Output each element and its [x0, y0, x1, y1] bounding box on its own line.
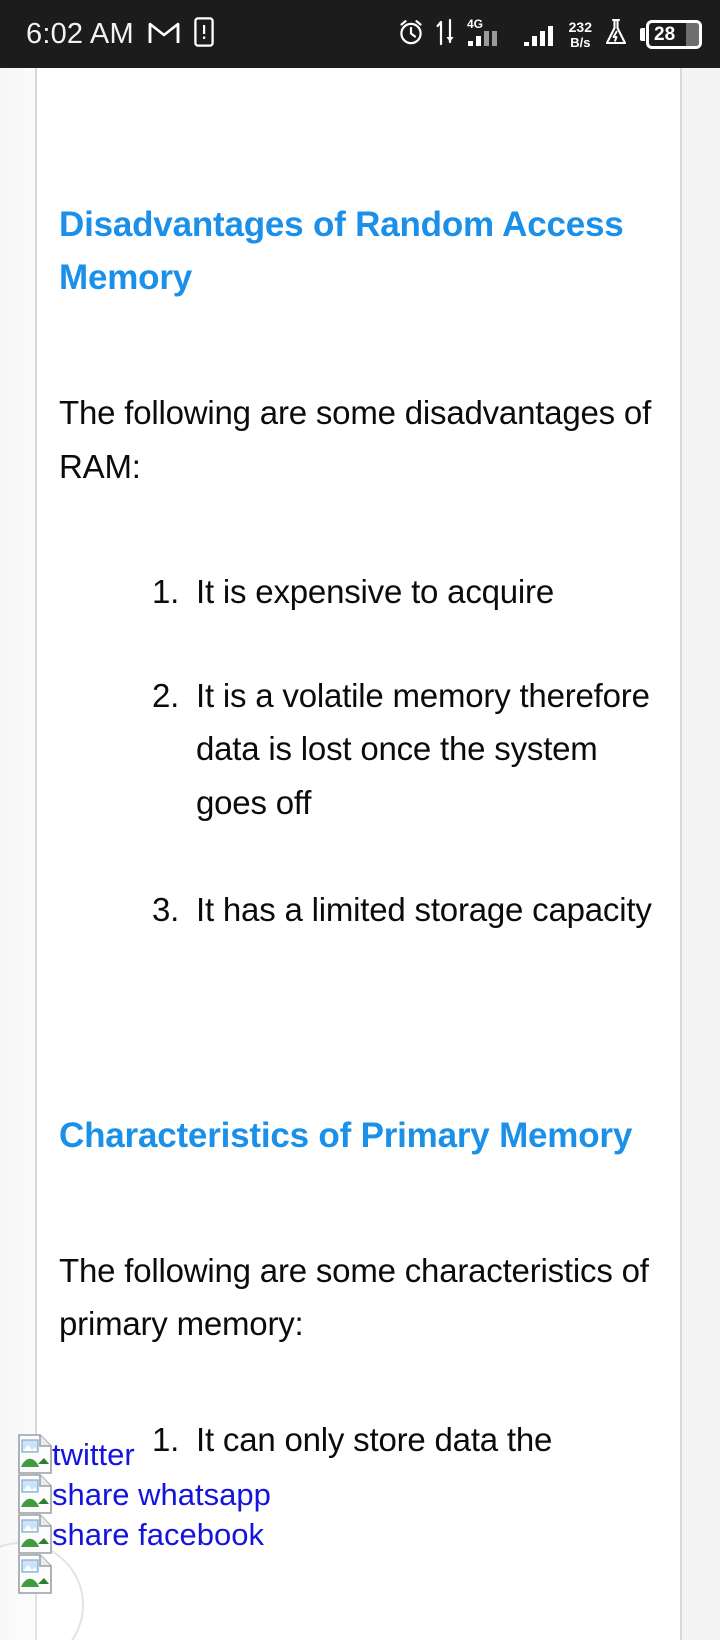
- battery-body: 28: [646, 19, 702, 49]
- broken-image-icon: [18, 1474, 52, 1514]
- broken-image-icon: [18, 1434, 52, 1474]
- article-page: Disadvantages of Random Access Memory Th…: [0, 68, 720, 1640]
- battery-cap: [640, 27, 645, 41]
- broken-image-icon: [18, 1514, 52, 1554]
- status-bar-left: 6:02 AM: [26, 16, 214, 52]
- list-item: 3. It has a limited storage capacity: [152, 883, 658, 936]
- page-gutter-right: [684, 68, 720, 1640]
- list-item: 1. It is expensive to acquire: [152, 565, 658, 618]
- status-bar-clock: 6:02 AM: [26, 17, 134, 50]
- battery-percent-label: 28: [654, 23, 676, 45]
- flask-battery-saver-icon: [603, 18, 629, 51]
- article-content: Disadvantages of Random Access Memory Th…: [37, 68, 680, 1466]
- phone-screen: 6:02 AM 4G 232 B/s 28 Disadvantages of R…: [0, 0, 720, 1640]
- signal-bars-4g-icon: 4G: [467, 17, 513, 52]
- share-link-label: twitter: [52, 1437, 135, 1472]
- share-link-facebook[interactable]: share facebook: [18, 1514, 318, 1554]
- list-disadvantages: 1. It is expensive to acquire 2. It is a…: [59, 565, 658, 936]
- signal-bars-icon: [523, 17, 558, 52]
- share-link-twitter[interactable]: twitter: [18, 1434, 318, 1474]
- gmail-icon: [148, 19, 180, 50]
- list-item: 2. It is a volatile memory therefore dat…: [152, 669, 658, 829]
- battery-level-fill: [686, 22, 699, 46]
- alarm-clock-icon: [397, 18, 425, 51]
- list-marker: 2.: [152, 676, 180, 714]
- svg-text:4G: 4G: [467, 17, 483, 31]
- phone-alert-icon: [194, 16, 214, 52]
- article-column: Disadvantages of Random Access Memory Th…: [35, 68, 682, 1640]
- share-links-overlay: twitter share whatsapp share facebook: [18, 1434, 318, 1594]
- heading-characteristics-of-primary-memory: Characteristics of Primary Memory: [59, 1115, 633, 1155]
- status-bar-right: 4G 232 B/s 28: [397, 17, 702, 52]
- list-item-text: It is expensive to acquire: [196, 573, 554, 611]
- data-rate-indicator: 232 B/s: [569, 20, 592, 49]
- list-item-text: It has a limited storage capacity: [196, 891, 652, 929]
- list-marker: 1.: [152, 573, 180, 611]
- share-link-label: share facebook: [52, 1517, 264, 1552]
- data-transfer-arrows-icon: [436, 18, 456, 51]
- battery-indicator: 28: [640, 19, 702, 49]
- heading-disadvantages-of-ram: Disadvantages of Random Access Memory: [59, 205, 624, 298]
- share-link-label: share whatsapp: [52, 1477, 271, 1512]
- share-link-whatsapp[interactable]: share whatsapp: [18, 1474, 318, 1514]
- share-link-extra[interactable]: [18, 1554, 318, 1594]
- intro-paragraph-characteristics: The following are some characteristics o…: [59, 1251, 649, 1343]
- broken-image-icon: [18, 1554, 52, 1594]
- list-marker: 3.: [152, 891, 180, 929]
- data-rate-value: 232: [568, 18, 592, 35]
- list-item-text: It is a volatile memory therefore data i…: [196, 676, 650, 821]
- data-rate-unit: B/s: [570, 34, 591, 50]
- status-bar: 6:02 AM 4G 232 B/s 28: [0, 0, 720, 68]
- page-gutter-left: [0, 68, 35, 1640]
- intro-paragraph-disadvantages: The following are some disadvantages of …: [59, 394, 652, 485]
